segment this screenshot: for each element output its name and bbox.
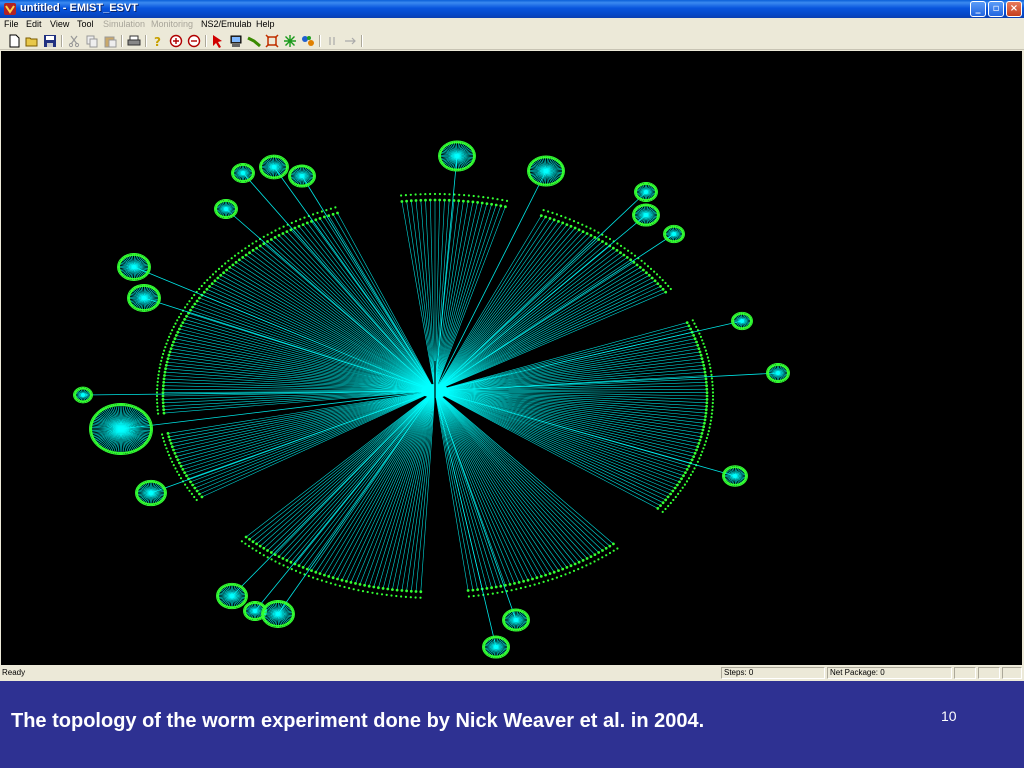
status-bar: Ready Steps: 0 Net Package: 0 [0, 665, 1024, 681]
zoom-in-icon[interactable] [169, 34, 183, 48]
steps-count: Steps: 0 [724, 668, 754, 677]
computer-icon[interactable] [229, 34, 243, 48]
menu-tool[interactable]: Tool [77, 19, 94, 29]
close-button[interactable]: × [1006, 1, 1022, 17]
net-package-count: Net Package: 0 [830, 668, 885, 677]
paste-icon[interactable] [103, 34, 117, 48]
step-icon[interactable] [343, 34, 357, 48]
print-icon[interactable] [127, 34, 141, 48]
pause-icon[interactable] [325, 34, 339, 48]
toolbar-separator [145, 35, 147, 47]
toolbar: ? [0, 32, 1024, 50]
open-folder-icon[interactable] [25, 34, 39, 48]
select-arrow-icon[interactable] [211, 34, 225, 48]
minimize-button[interactable]: _ [970, 1, 986, 17]
save-icon[interactable] [43, 34, 57, 48]
menu-bar: File Edit View Tool Simulation Monitorin… [0, 18, 1024, 32]
emist-esvt-window: untitled - EMIST_ESVT _ ▫ × File Edit Vi… [0, 0, 1024, 681]
zoom-out-icon[interactable] [187, 34, 201, 48]
app-icon [4, 3, 16, 15]
restore-icon: ▫ [992, 3, 1000, 14]
restore-button[interactable]: ▫ [988, 1, 1004, 17]
menu-monitoring[interactable]: Monitoring [151, 19, 193, 29]
network-topology [73, 140, 790, 659]
svg-text:?: ? [154, 35, 161, 48]
cut-icon[interactable] [67, 34, 81, 48]
menu-simulation[interactable]: Simulation [103, 19, 145, 29]
network-icon[interactable] [301, 34, 315, 48]
status-panel-empty [954, 667, 976, 679]
close-icon: × [1009, 3, 1019, 14]
title-bar[interactable]: untitled - EMIST_ESVT _ ▫ × [0, 0, 1024, 18]
menu-ns2-emulab[interactable]: NS2/Emulab [201, 19, 252, 29]
help-icon[interactable]: ? [151, 34, 165, 48]
link-icon[interactable] [265, 34, 279, 48]
status-panel-empty [978, 667, 1000, 679]
router-icon[interactable] [247, 34, 261, 48]
toolbar-separator [121, 35, 123, 47]
slide-caption: The topology of the worm experiment done… [11, 710, 705, 732]
menu-view[interactable]: View [50, 19, 69, 29]
new-file-icon[interactable] [7, 34, 21, 48]
window-title: untitled - EMIST_ESVT [20, 2, 138, 14]
copy-icon[interactable] [85, 34, 99, 48]
menu-help[interactable]: Help [256, 19, 275, 29]
steps-panel: Steps: 0 [721, 667, 825, 679]
status-panel-empty [1002, 667, 1022, 679]
status-text: Ready [2, 668, 26, 677]
toolbar-separator [319, 35, 321, 47]
menu-file[interactable]: File [4, 19, 19, 29]
toolbar-separator [205, 35, 207, 47]
toolbar-separator [61, 35, 63, 47]
menu-edit[interactable]: Edit [26, 19, 42, 29]
burst-icon[interactable] [283, 34, 297, 48]
slide-number: 10 [941, 708, 957, 724]
toolbar-separator [361, 35, 363, 47]
topology-canvas[interactable] [1, 51, 1022, 665]
minimize-icon: _ [975, 3, 981, 14]
net-package-panel: Net Package: 0 [827, 667, 952, 679]
